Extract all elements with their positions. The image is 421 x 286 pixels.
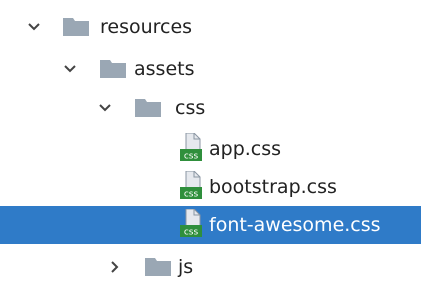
chevron-down-icon[interactable]: [95, 98, 115, 118]
tree-folder-label: css: [175, 97, 206, 119]
css-badge-text: css: [184, 190, 199, 200]
tree-file-bootstrap-css[interactable]: css bootstrap.css: [0, 168, 421, 206]
css-file-icon: css: [180, 133, 202, 162]
tree-folder-js[interactable]: js: [0, 248, 421, 286]
tree-file-app-css[interactable]: css app.css: [0, 130, 421, 168]
tree-folder-label: js: [178, 256, 194, 278]
css-badge-text: css: [184, 152, 199, 162]
tree-folder-assets[interactable]: assets: [0, 50, 421, 88]
folder-icon: [63, 18, 89, 36]
tree-folder-label: resources: [100, 16, 193, 38]
tree-file-font-awesome-css[interactable]: css font-awesome.css: [0, 206, 421, 244]
project-tree: resources assets css css app.css css boo…: [0, 0, 421, 280]
chevron-right-icon[interactable]: [105, 257, 125, 277]
css-file-icon: css: [180, 209, 202, 238]
chevron-down-icon[interactable]: [60, 59, 80, 79]
folder-icon: [100, 60, 126, 78]
tree-file-label: font-awesome.css: [209, 214, 381, 236]
tree-folder-label: assets: [134, 58, 195, 80]
tree-file-label: app.css: [209, 138, 282, 160]
tree-file-label: bootstrap.css: [209, 176, 337, 198]
css-badge-text: css: [184, 228, 199, 238]
tree-folder-css[interactable]: css: [0, 89, 421, 127]
folder-icon: [135, 99, 161, 117]
folder-icon: [145, 258, 171, 276]
chevron-down-icon[interactable]: [24, 17, 44, 37]
css-file-icon: css: [180, 171, 202, 200]
tree-folder-resources[interactable]: resources: [0, 8, 421, 46]
